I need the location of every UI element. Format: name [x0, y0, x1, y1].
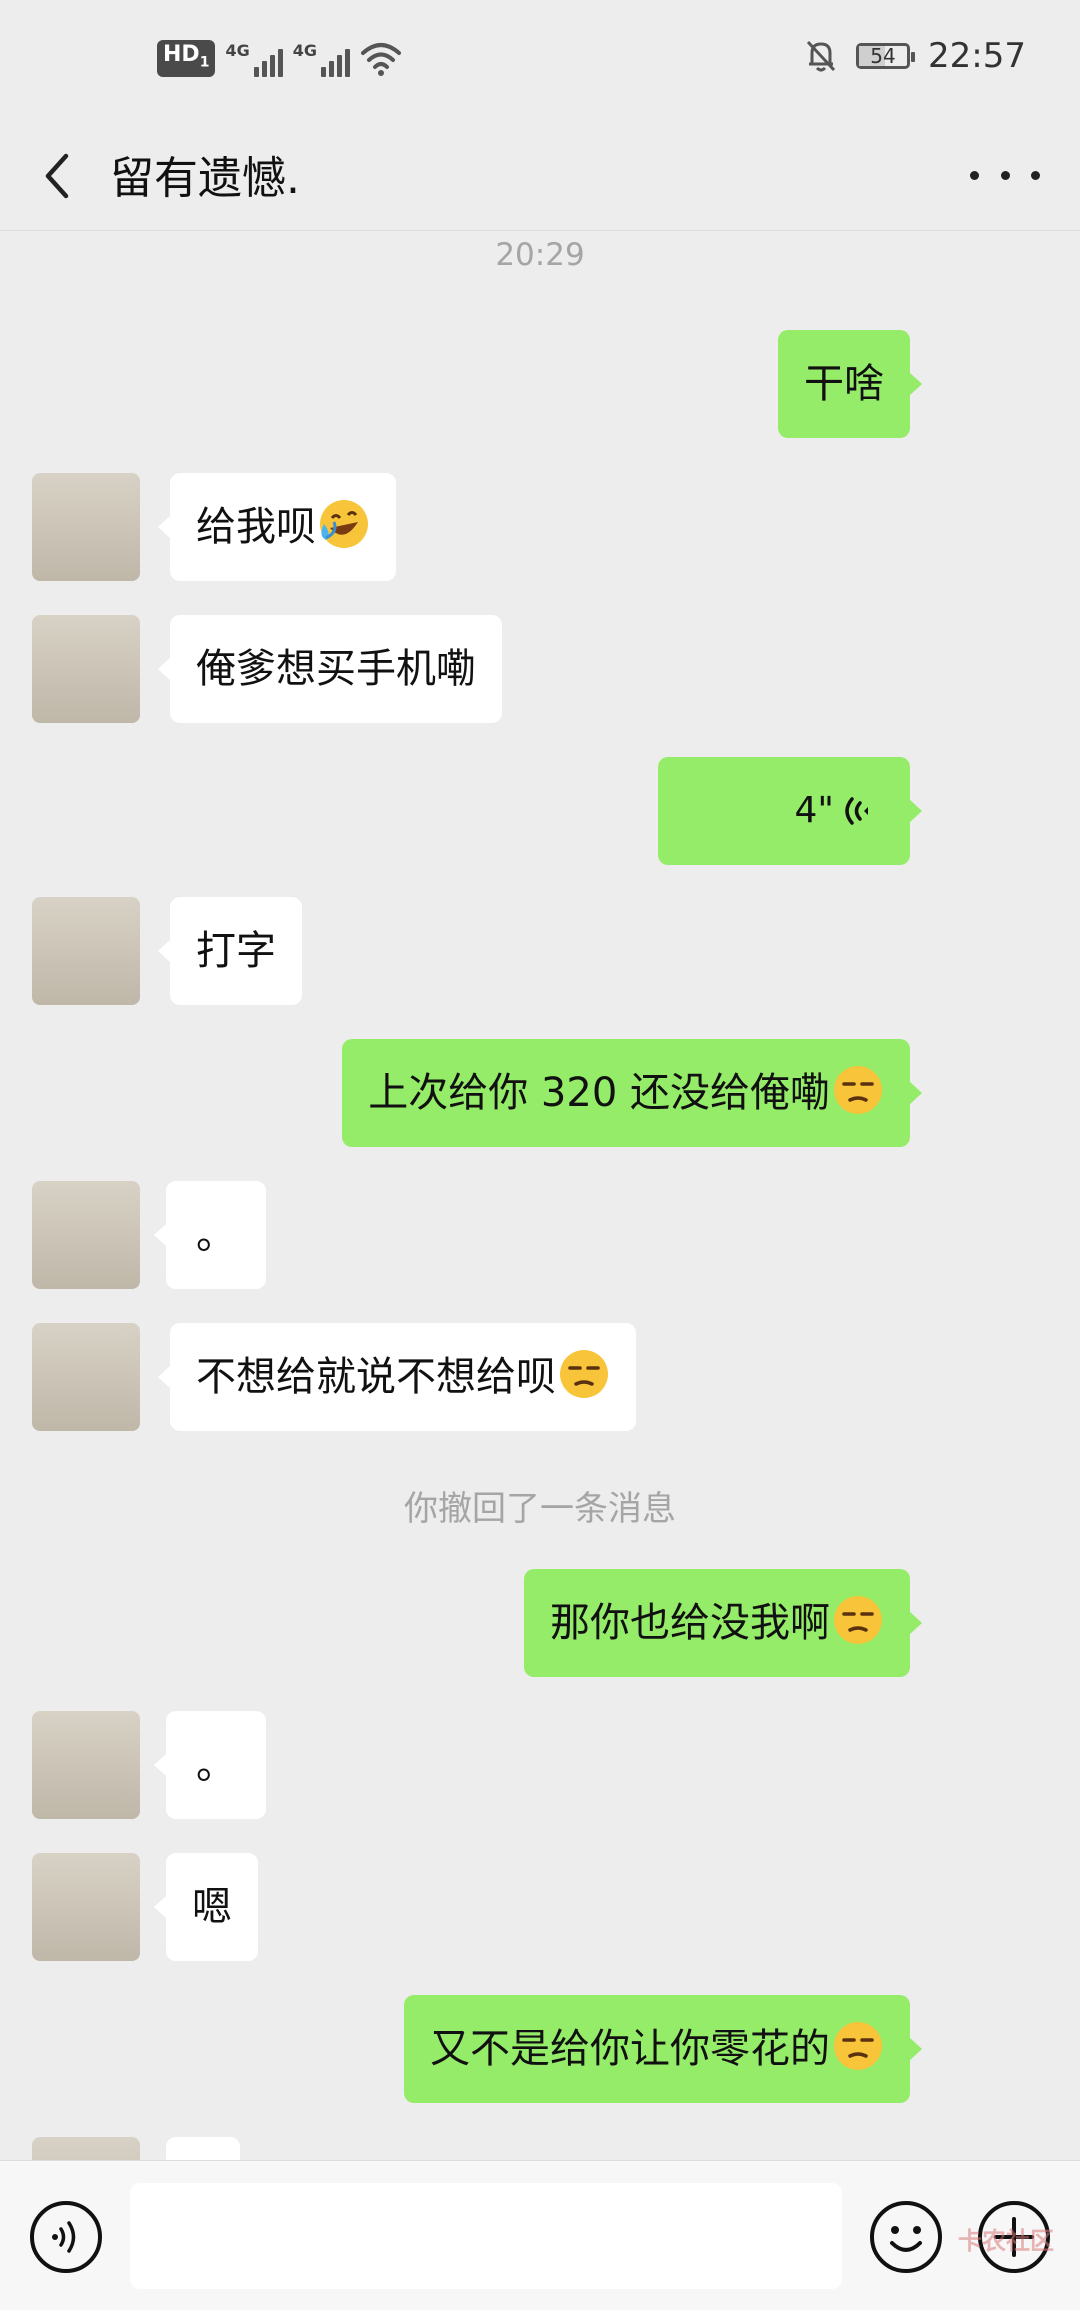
- hd-voice-badge: HD1: [157, 40, 216, 78]
- chat-title: 留有遗憾.: [110, 153, 300, 204]
- chat-header: 留有遗憾.: [0, 120, 1080, 231]
- unamused-emoji-icon: [834, 1066, 882, 1114]
- voice-wave-icon: [845, 797, 868, 825]
- message-bubble[interactable]: 。: [154, 1711, 266, 1819]
- signal-sim1-icon: 4G: [225, 41, 283, 77]
- status-time: 22:57: [928, 36, 1026, 76]
- chevron-left-icon[interactable]: [36, 148, 86, 204]
- contact-avatar[interactable]: [32, 2137, 140, 2160]
- watermark-logo: 卡农社区: [958, 2227, 1054, 2255]
- message-text: 那你也给没我啊: [550, 1600, 830, 1646]
- unamused-emoji-icon: [834, 1596, 882, 1644]
- battery-icon: 54: [856, 43, 916, 69]
- message-bubble[interactable]: 嗯: [154, 1853, 258, 1961]
- message-bubble[interactable]: 不想给就说不想给呗: [158, 1323, 636, 1431]
- message-list[interactable]: 20:29 干啥 给我呗 俺爹想买手机嘞 4" 打字 上次给你 320 还没给俺…: [0, 231, 1080, 2160]
- message-input[interactable]: [130, 2183, 842, 2289]
- message-text: 。: [196, 1212, 236, 1258]
- contact-avatar[interactable]: [32, 897, 140, 1005]
- contact-avatar[interactable]: [32, 1853, 140, 1961]
- message-text: 给我呗: [196, 504, 316, 550]
- contact-avatar[interactable]: [32, 1323, 140, 1431]
- message-bubble[interactable]: 上次给你 320 还没给俺嘞: [342, 1039, 922, 1147]
- message-text: 不想给就说不想给呗: [196, 1354, 556, 1400]
- message-bubble[interactable]: 俺爹想买手机嘞: [158, 615, 502, 723]
- voice-message-bubble[interactable]: 4": [658, 757, 922, 865]
- wechat-chat-screen: HD1 4G 4G 54 22:57 留有遗憾. 20:29 干啥 给我呗 俺爹…: [0, 0, 1080, 2310]
- contact-avatar[interactable]: [32, 473, 140, 581]
- wifi-icon: [360, 42, 401, 76]
- message-bubble[interactable]: [166, 2137, 240, 2160]
- battery-level: 54: [870, 44, 896, 68]
- message-bubble[interactable]: 。: [154, 1181, 266, 1289]
- recall-notice: 你撤回了一条消息: [404, 1489, 676, 1529]
- voice-mode-icon[interactable]: [28, 2199, 104, 2275]
- status-left: HD1 4G 4G: [157, 40, 402, 78]
- voice-duration: 4": [794, 790, 834, 831]
- message-timestamp: 20:29: [495, 237, 585, 273]
- message-text: 打字: [196, 928, 276, 974]
- signal-sim2-icon: 4G: [293, 41, 350, 77]
- message-bubble[interactable]: 给我呗: [158, 473, 396, 581]
- bell-off-icon: [806, 40, 836, 72]
- status-right: 54 22:57: [804, 36, 1026, 76]
- message-text: 。: [196, 1742, 236, 1788]
- message-text: 俺爹想买手机嘞: [196, 646, 476, 692]
- message-text: 上次给你 320 还没给俺嘞: [368, 1070, 830, 1116]
- message-bubble[interactable]: 又不是给你让你零花的: [404, 1995, 922, 2103]
- input-bar: 卡农社区: [0, 2160, 1080, 2310]
- unamused-emoji-icon: [834, 2022, 882, 2070]
- message-text: 又不是给你让你零花的: [430, 2026, 830, 2072]
- contact-avatar[interactable]: [32, 1181, 140, 1289]
- message-text: 干啥: [804, 361, 884, 407]
- laugh-cry-emoji-icon: [320, 500, 368, 548]
- unamused-emoji-icon: [560, 1350, 608, 1398]
- contact-avatar[interactable]: [32, 615, 140, 723]
- message-bubble[interactable]: 那你也给没我啊: [524, 1569, 922, 1677]
- more-dots-icon[interactable]: [970, 150, 1040, 200]
- message-bubble[interactable]: 干啥: [778, 330, 922, 438]
- message-bubble[interactable]: 打字: [158, 897, 302, 1005]
- message-text: 嗯: [192, 1884, 232, 1930]
- status-bar: HD1 4G 4G 54 22:57: [0, 0, 1080, 120]
- emoji-icon[interactable]: [868, 2199, 944, 2275]
- contact-avatar[interactable]: [32, 1711, 140, 1819]
